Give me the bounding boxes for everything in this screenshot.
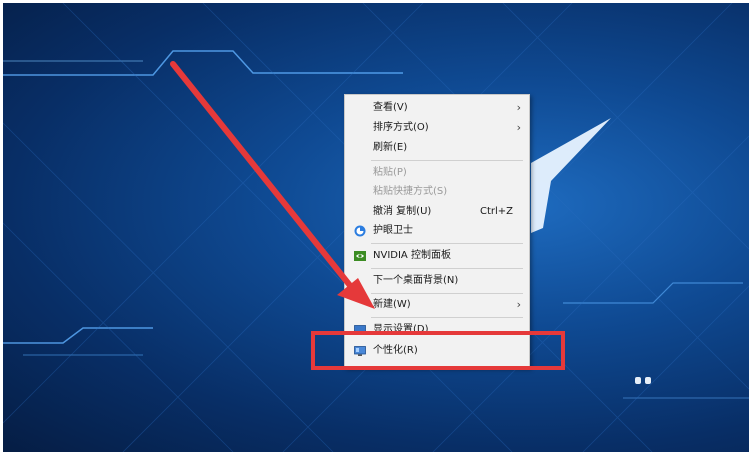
annotation-arrow [170, 61, 375, 309]
annotation-highlight-box [311, 331, 565, 370]
